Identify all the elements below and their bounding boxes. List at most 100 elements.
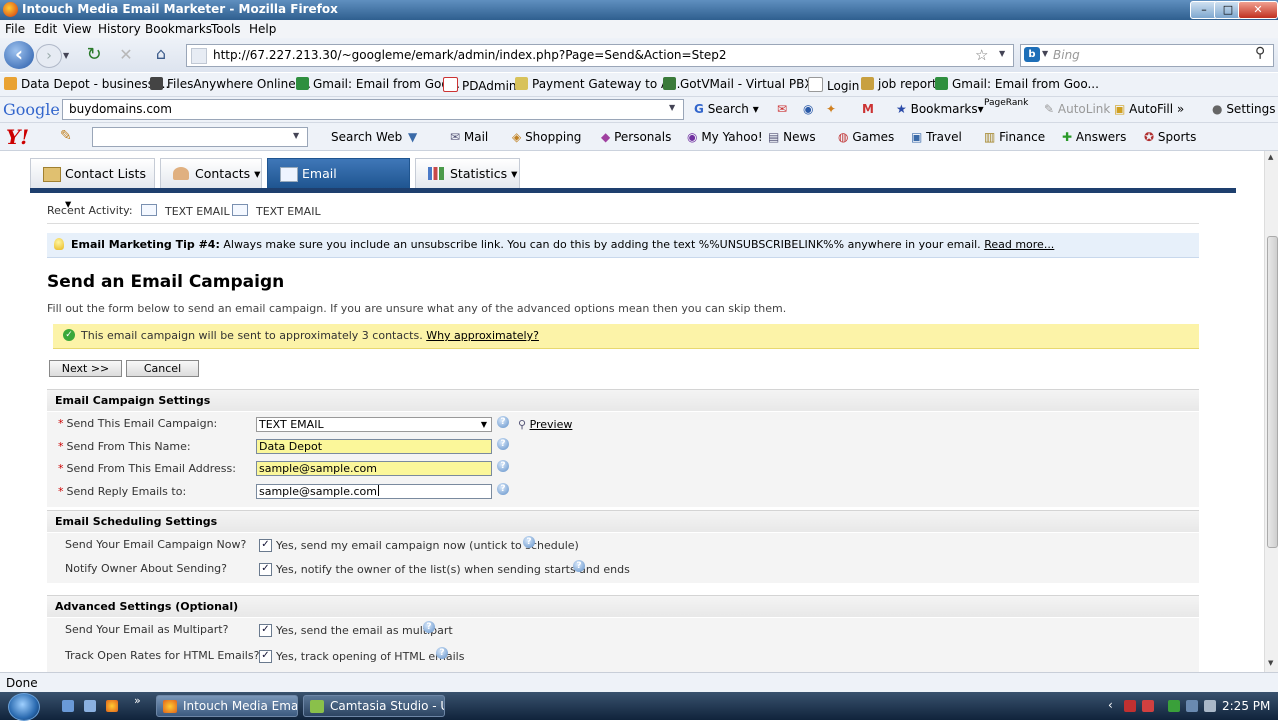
page-scrollbar[interactable]: ▲ ▼	[1264, 151, 1278, 672]
yahoo-news[interactable]: ▤ News	[768, 130, 816, 144]
url-dropdown-icon[interactable]: ▼	[999, 49, 1005, 58]
volume-icon[interactable]	[1204, 700, 1216, 712]
google-search-button[interactable]: G Search ▾	[694, 102, 759, 116]
taskbar-firefox[interactable]: Intouch Media Emai...	[156, 695, 298, 717]
globe-icon[interactable]: ◉	[803, 102, 813, 116]
help-icon[interactable]: ?	[497, 416, 509, 428]
translate-icon[interactable]: ✉	[777, 102, 787, 116]
yahoo-logo[interactable]: Y!	[6, 125, 29, 149]
google-settings-button[interactable]: ● Settings	[1212, 102, 1276, 116]
history-dropdown-icon[interactable]: ▼	[63, 51, 69, 60]
menu-view[interactable]: View	[63, 22, 91, 36]
firefox-quicklaunch-icon[interactable]	[106, 700, 118, 712]
google-search-input[interactable]: buydomains.com ▼	[62, 99, 684, 120]
star-icon[interactable]: ☆	[975, 46, 988, 64]
puzzle-icon[interactable]: ✦	[826, 102, 836, 116]
autofill-button[interactable]: ▣ AutoFill »	[1114, 102, 1184, 116]
help-icon[interactable]: ?	[497, 483, 509, 495]
switch-windows-icon[interactable]	[84, 700, 96, 712]
stop-button[interactable]: ✕	[116, 46, 136, 66]
next-button[interactable]: Next >>	[49, 360, 122, 377]
network-icon[interactable]	[1186, 700, 1198, 712]
menu-file[interactable]: File	[5, 22, 25, 36]
close-button[interactable]: ✕	[1238, 1, 1278, 19]
google-logo[interactable]: Google	[3, 100, 60, 119]
help-icon[interactable]: ?	[436, 647, 448, 659]
bookmark-filesanywhere[interactable]: FilesAnywhere Online ...	[150, 77, 311, 91]
pencil-icon[interactable]: ✎	[60, 128, 72, 144]
notify-owner-checkbox[interactable]: ✓	[259, 563, 272, 576]
google-bookmarks-button[interactable]: ★ Bookmarks▾	[896, 102, 984, 116]
menu-bookmarks[interactable]: Bookmarks	[145, 22, 212, 36]
menu-edit[interactable]: Edit	[34, 22, 57, 36]
search-bar[interactable]: b ▼ Bing ⚲	[1020, 44, 1274, 67]
from-email-input[interactable]: sample@sample.com	[256, 461, 492, 476]
gmail-m-icon[interactable]: M	[862, 102, 874, 116]
bookmark-gmail-1[interactable]: Gmail: Email from Goo...	[296, 77, 460, 91]
recent-activity-item[interactable]: TEXT EMAIL	[232, 204, 321, 218]
yahoo-shopping[interactable]: ◈ Shopping	[512, 130, 581, 144]
tray-expand-icon[interactable]: ‹	[1108, 698, 1113, 712]
why-approximately-link[interactable]: Why approximately?	[426, 329, 539, 342]
scroll-up-icon[interactable]: ▲	[1268, 153, 1273, 161]
send-now-checkbox[interactable]: ✓	[259, 539, 272, 552]
bookmark-gotvmail[interactable]: GotVMail - Virtual PBX...	[663, 77, 824, 91]
chevron-down-icon[interactable]: ▼	[293, 131, 299, 140]
taskbar-camtasia[interactable]: Camtasia Studio - U...	[303, 695, 445, 717]
start-button[interactable]	[8, 693, 40, 721]
yahoo-search-input[interactable]: ▼	[92, 127, 308, 147]
shield-icon[interactable]: ▼	[408, 130, 417, 144]
bookmark-payment-gateway[interactable]: Payment Gateway to A...	[515, 77, 680, 91]
yahoo-travel[interactable]: ▣ Travel	[911, 130, 962, 144]
tab-email-campaigns[interactable]: Email Campaigns ▾	[267, 158, 410, 211]
track-open-checkbox[interactable]: ✓	[259, 650, 272, 663]
help-icon[interactable]: ?	[523, 536, 535, 548]
help-icon[interactable]: ?	[423, 621, 435, 633]
show-desktop-icon[interactable]	[62, 700, 74, 712]
multipart-checkbox[interactable]: ✓	[259, 624, 272, 637]
forward-button[interactable]: ›	[36, 44, 62, 68]
reply-email-input[interactable]: sample@sample.com	[256, 484, 492, 499]
yahoo-answers[interactable]: ✚ Answers	[1062, 130, 1126, 144]
chevron-down-icon[interactable]: ▼	[669, 103, 675, 112]
bookmark-data-depot[interactable]: Data Depot - business ...	[4, 77, 169, 91]
yahoo-personals[interactable]: ◆ Personals	[601, 130, 671, 144]
help-icon[interactable]: ?	[497, 460, 509, 472]
yahoo-games[interactable]: ◍ Games	[838, 130, 894, 144]
taskbar-clock[interactable]: 2:25 PM	[1222, 699, 1270, 713]
scrollbar-thumb[interactable]	[1267, 236, 1278, 548]
menu-help[interactable]: Help	[249, 22, 276, 36]
engine-dropdown-icon[interactable]: ▼	[1042, 49, 1048, 58]
yahoo-sports[interactable]: ✪ Sports	[1144, 130, 1196, 144]
bookmark-job-report[interactable]: job report	[861, 77, 937, 91]
preview-link[interactable]: ⚲ Preview	[518, 418, 572, 431]
tab-contact-lists[interactable]: Contact Lists ▾	[30, 158, 155, 211]
back-button[interactable]: ‹	[4, 41, 34, 69]
scroll-down-icon[interactable]: ▼	[1268, 659, 1273, 667]
yahoo-my-yahoo[interactable]: ◉ My Yahoo!	[687, 130, 763, 144]
tray-icon[interactable]	[1168, 700, 1180, 712]
tab-contacts[interactable]: Contacts ▾	[160, 158, 262, 188]
bookmark-pdadmin[interactable]: PDAdmin	[443, 77, 517, 93]
menu-tools[interactable]: Tools	[211, 22, 241, 36]
yahoo-finance[interactable]: ▥ Finance	[984, 130, 1045, 144]
read-more-link[interactable]: Read more...	[984, 238, 1054, 251]
bookmark-gmail-2[interactable]: Gmail: Email from Goo...	[935, 77, 1099, 91]
more-quicklaunch-icon[interactable]: »	[134, 694, 141, 707]
reload-button[interactable]: ↻	[84, 46, 104, 66]
menu-history[interactable]: History	[98, 22, 141, 36]
tab-statistics[interactable]: Statistics ▾	[415, 158, 520, 188]
home-button[interactable]: ⌂	[150, 45, 172, 65]
yahoo-search-web[interactable]: Search Web	[331, 130, 402, 144]
tray-icon[interactable]	[1142, 700, 1154, 712]
autolink-button[interactable]: ✎ AutoLink	[1044, 102, 1110, 116]
bookmark-login[interactable]: Login	[808, 77, 859, 93]
help-icon[interactable]: ?	[497, 438, 509, 450]
search-icon[interactable]: ⚲	[1255, 45, 1265, 61]
cancel-button[interactable]: Cancel	[126, 360, 199, 377]
tray-icon[interactable]	[1124, 700, 1136, 712]
from-name-input[interactable]: Data Depot	[256, 439, 492, 454]
recent-activity-item[interactable]: TEXT EMAIL	[141, 204, 230, 218]
campaign-select[interactable]: TEXT EMAIL ▼	[256, 417, 492, 432]
url-bar[interactable]: http://67.227.213.30/~googleme/emark/adm…	[186, 44, 1014, 67]
